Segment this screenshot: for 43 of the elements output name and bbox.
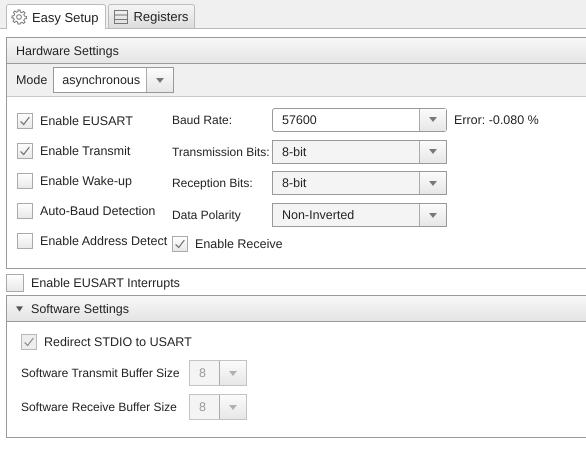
dropdown[interactable]: 57600 xyxy=(272,108,447,132)
field-label: Software Receive Buffer Size xyxy=(21,400,177,414)
panel-title: Software Settings xyxy=(31,302,129,316)
dropdown[interactable]: 8-bit xyxy=(272,171,447,196)
dropdown[interactable]: Non-Inverted xyxy=(272,203,447,228)
caret-icon xyxy=(229,404,237,410)
checkbox[interactable] xyxy=(17,173,33,189)
checkbox[interactable] xyxy=(17,143,33,159)
checkbox-label: Auto-Baud Detection xyxy=(40,204,156,218)
checkbox[interactable] xyxy=(17,113,33,129)
field-label: Transmission Bits: xyxy=(172,144,271,159)
checkbox-label: Enable Receive xyxy=(195,237,283,252)
caret-icon xyxy=(429,180,437,186)
checkbox-label: Enable EUSART Interrupts xyxy=(31,276,180,290)
panel-header[interactable]: Software Settings xyxy=(7,296,586,322)
checkbox[interactable] xyxy=(17,203,33,219)
caret-icon xyxy=(429,212,437,218)
error-text: Error: -0.080 % xyxy=(454,112,539,127)
checkbox[interactable] xyxy=(17,233,33,249)
field-label: Data Polarity xyxy=(172,208,242,222)
field-label: Reception Bits: xyxy=(172,176,254,190)
caret-icon xyxy=(429,117,437,122)
collapse-triangle-icon xyxy=(16,306,23,312)
dropdown[interactable]: asynchronous xyxy=(53,67,174,93)
field-label: Baud Rate: xyxy=(172,112,234,127)
field-label: Software Transmit Buffer Size xyxy=(21,366,177,380)
tab[interactable]: Registers xyxy=(108,4,196,28)
tab[interactable]: Easy Setup xyxy=(6,4,106,29)
checkbox[interactable] xyxy=(6,274,24,292)
checkbox-label: Enable Transmit xyxy=(40,144,130,158)
panel-title: Hardware Settings xyxy=(16,44,119,58)
table-icon xyxy=(112,8,128,24)
checkbox-label: Enable Address Detect xyxy=(40,234,168,248)
mode-label: Mode xyxy=(16,73,48,87)
caret-icon xyxy=(229,370,237,376)
checkbox-label: Enable EUSART xyxy=(40,114,133,128)
checkbox-label: Enable Wake-up xyxy=(40,174,132,188)
caret-icon xyxy=(429,149,437,154)
checkbox-label: Redirect STDIO to USART xyxy=(44,335,192,349)
caret-icon xyxy=(156,78,164,82)
gear-icon xyxy=(11,9,27,25)
checkbox[interactable] xyxy=(172,236,188,252)
dropdown[interactable]: 8-bit xyxy=(272,140,447,164)
